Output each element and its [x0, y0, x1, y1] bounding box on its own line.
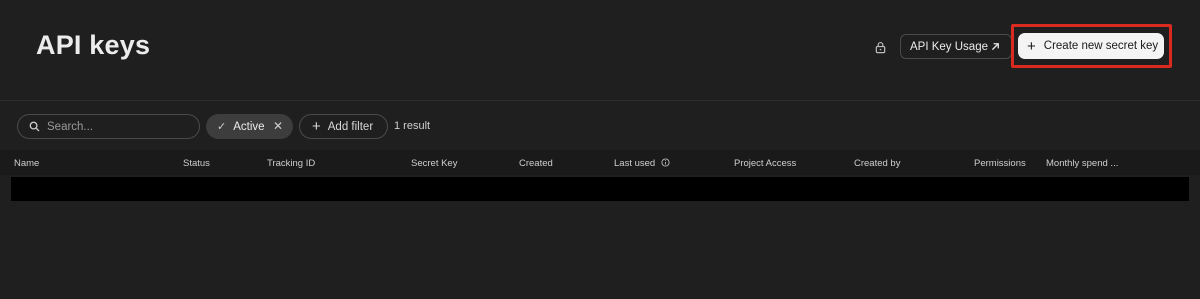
- column-header-tracking-id[interactable]: Tracking ID: [267, 158, 315, 169]
- column-header-last-used: Last used: [614, 158, 656, 169]
- lock-button[interactable]: [870, 37, 890, 57]
- column-header-secret-key[interactable]: Secret Key: [411, 158, 457, 169]
- page-title: API keys: [36, 30, 151, 60]
- check-icon: ✓: [217, 121, 227, 133]
- add-filter-button[interactable]: + Add filter: [299, 114, 388, 139]
- api-keys-page: API keys API Key Usage + Create new secr…: [0, 0, 1200, 299]
- column-header-permissions[interactable]: Permissions: [974, 158, 1026, 169]
- search-input[interactable]: [47, 120, 187, 133]
- api-key-usage-label: API Key Usage: [910, 40, 988, 53]
- info-icon[interactable]: [661, 158, 670, 167]
- plus-icon: +: [1027, 37, 1036, 55]
- add-filter-label: Add filter: [327, 120, 374, 133]
- column-header-created-by[interactable]: Created by: [854, 158, 900, 169]
- header-divider: [0, 100, 1200, 101]
- close-icon[interactable]: ✕: [273, 119, 283, 133]
- plus-icon: +: [312, 118, 321, 135]
- api-key-usage-button[interactable]: API Key Usage: [900, 34, 1012, 59]
- column-header-created[interactable]: Created: [519, 158, 553, 169]
- create-secret-key-button[interactable]: + Create new secret key: [1018, 33, 1164, 59]
- create-secret-key-label: Create new secret key: [1043, 40, 1159, 52]
- column-header-status[interactable]: Status: [183, 158, 210, 169]
- lock-icon: [875, 41, 885, 53]
- column-header-last-used-wrap[interactable]: Last used: [614, 158, 670, 169]
- search-box[interactable]: [17, 114, 200, 139]
- column-header-project-access[interactable]: Project Access: [734, 158, 796, 169]
- result-count: 1 result: [394, 120, 431, 132]
- table-row[interactable]: [11, 177, 1189, 201]
- table-header: Name Status Tracking ID Secret Key Creat…: [0, 150, 1200, 175]
- external-arrow-icon: [992, 43, 999, 50]
- search-icon: [29, 121, 40, 132]
- page-header: API keys API Key Usage + Create new secr…: [0, 0, 1200, 100]
- column-header-monthly-spend[interactable]: Monthly spend ...: [1046, 158, 1118, 169]
- column-header-name[interactable]: Name: [14, 158, 39, 169]
- active-filter-chip[interactable]: ✓ Active ✕: [206, 114, 293, 139]
- active-filter-label: Active: [233, 120, 265, 133]
